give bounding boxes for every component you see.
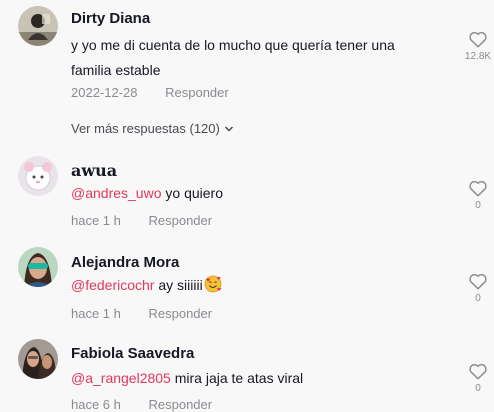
mention-link[interactable]: @federicochr: [71, 277, 154, 293]
comment-username[interactable]: Alejandra Mora: [71, 254, 179, 271]
comment-text: @andres_uwo yo quiero: [71, 181, 223, 206]
comment-meta: 2022-12-28 Responder: [71, 85, 229, 100]
comment-username[interactable]: awua: [71, 161, 117, 180]
comment-text-body: mira jaja te atas viral: [170, 370, 304, 386]
avatar[interactable]: [18, 6, 58, 46]
view-more-replies-button[interactable]: Ver más respuestas (120): [71, 121, 234, 137]
comment-text: @a_rangel2805 mira jaja te atas viral: [71, 366, 303, 391]
comment-date: hace 1 h: [71, 213, 121, 228]
avatar[interactable]: [18, 247, 58, 287]
reply-button[interactable]: Responder: [149, 213, 213, 228]
comment-text-body: ay siiiiii: [154, 277, 203, 293]
view-more-replies-label: Ver más respuestas (120): [71, 121, 220, 136]
comment-username[interactable]: Fabiola Saavedra: [71, 345, 194, 362]
like-count: 12.8K: [464, 51, 492, 62]
comment-item: Alejandra Mora @federicochr ay siiiiii h…: [0, 243, 494, 333]
comment-date: hace 6 h: [71, 397, 121, 412]
like-button[interactable]: 12.8K: [458, 30, 494, 62]
like-button[interactable]: 0: [458, 179, 494, 211]
comment-meta: hace 6 h Responder: [71, 397, 212, 412]
comment-date: 2022-12-28: [71, 85, 138, 100]
heart-outline-icon: [469, 363, 487, 380]
like-button[interactable]: 0: [458, 272, 494, 304]
like-button[interactable]: 0: [458, 362, 494, 394]
reply-button[interactable]: Responder: [165, 85, 229, 100]
comment-text: y yo me di cuenta de lo mucho que quería…: [71, 33, 395, 83]
comment-text: @federicochr ay siiiiii: [71, 273, 222, 301]
heart-outline-icon: [469, 31, 487, 48]
like-count: 0: [475, 200, 481, 211]
heart-outline-icon: [469, 273, 487, 290]
heart-outline-icon: [469, 180, 487, 197]
comment-text-body: yo quiero: [161, 185, 223, 201]
reply-button[interactable]: Responder: [149, 306, 213, 321]
comment-item: awua @andres_uwo yo quiero hace 1 h Resp…: [0, 150, 494, 240]
avatar[interactable]: [18, 339, 58, 379]
like-count: 0: [475, 383, 481, 394]
comment-meta: hace 1 h Responder: [71, 306, 212, 321]
comment-date: hace 1 h: [71, 306, 121, 321]
reply-button[interactable]: Responder: [149, 397, 213, 412]
avatar[interactable]: [18, 156, 58, 196]
mention-link[interactable]: @a_rangel2805: [71, 370, 171, 386]
comment-item: Fabiola Saavedra @a_rangel2805 mira jaja…: [0, 335, 494, 412]
mention-link[interactable]: @andres_uwo: [71, 185, 162, 201]
like-count: 0: [475, 293, 481, 304]
comment-text-line: y yo me di cuenta de lo mucho que quería…: [71, 37, 395, 53]
smiling-face-with-hearts-icon: [204, 275, 222, 301]
comment-meta: hace 1 h Responder: [71, 213, 212, 228]
comment-username[interactable]: Dirty Diana: [71, 10, 150, 27]
chevron-down-icon: [224, 122, 234, 137]
comment-text-line: familia estable: [71, 62, 161, 78]
